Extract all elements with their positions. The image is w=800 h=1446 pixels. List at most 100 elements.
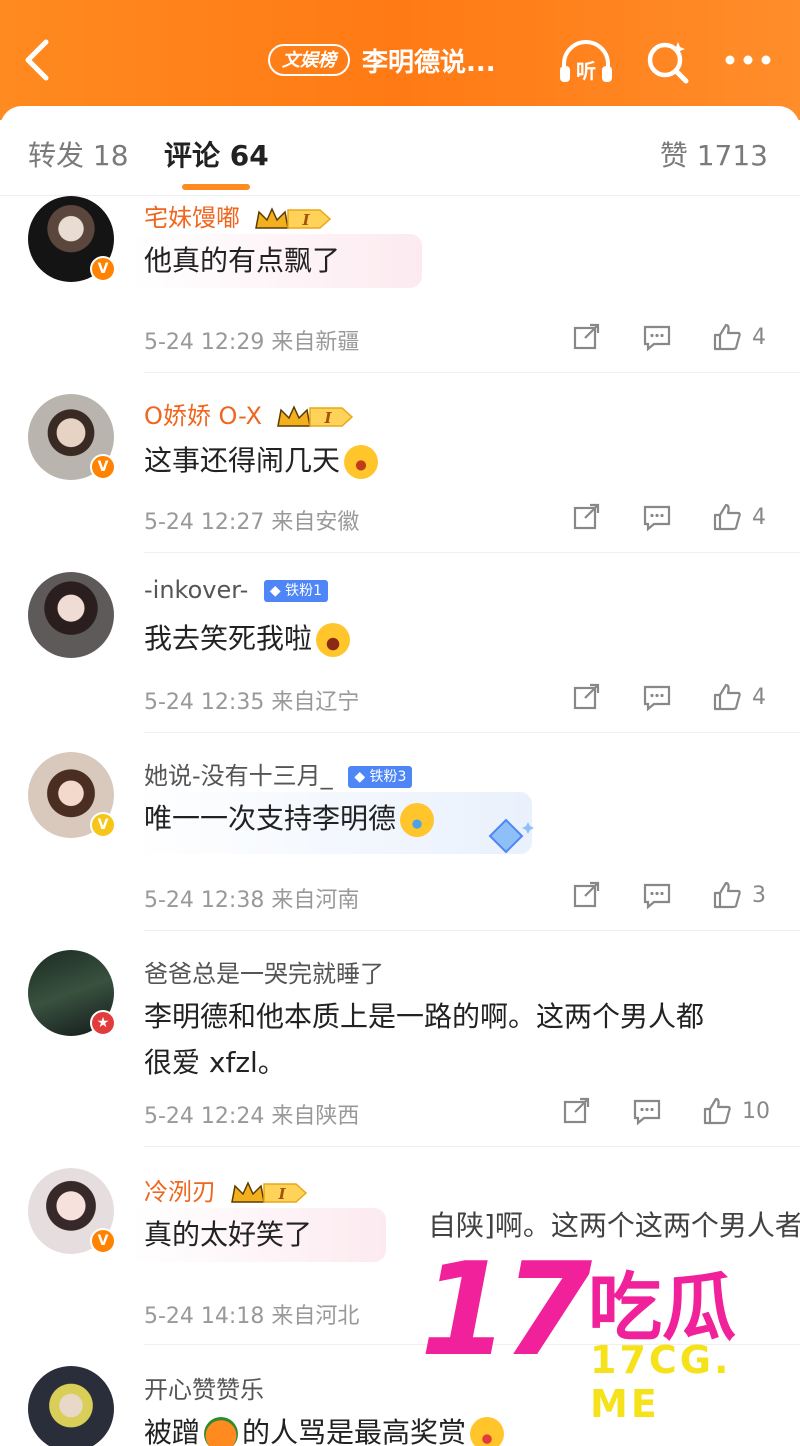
username-text: -inkover- <box>144 576 249 604</box>
comment-time: 5-24 12:38 <box>144 888 265 913</box>
star-badge-icon: ★ <box>90 1010 116 1036</box>
listen-label: 听 <box>576 59 596 83</box>
emoji-kiss-icon <box>470 1417 505 1446</box>
comment-time: 5-24 12:35 <box>144 690 265 715</box>
comment-actions: 4 <box>532 502 770 532</box>
tab-like[interactable]: 赞 1713 <box>660 134 768 174</box>
comment-location: 来自河北 <box>271 1304 360 1329</box>
thumbs-up-icon[interactable] <box>712 880 742 910</box>
username[interactable]: 宅妹馒嘟 I <box>144 198 332 233</box>
comment-actions: 10 <box>522 1096 770 1126</box>
more-button[interactable] <box>722 44 774 76</box>
active-tab-indicator <box>182 184 250 190</box>
search-button[interactable] <box>644 38 692 86</box>
share-icon[interactable] <box>572 502 602 532</box>
verified-badge-icon: V <box>90 454 116 480</box>
comment-location: 来自新疆 <box>271 330 360 355</box>
comment-text-part: 的人骂是最高奖赏 <box>242 1416 467 1446</box>
comment-icon[interactable] <box>632 1096 662 1126</box>
comment-icon[interactable] <box>642 502 672 532</box>
emoji-tongue-icon <box>344 445 379 479</box>
comment-meta: 5-24 12:38 来自河南 <box>144 882 359 914</box>
avatar[interactable] <box>28 1366 114 1446</box>
comment-meta: 5-24 12:29 来自新疆 <box>144 324 359 356</box>
verified-badge-icon: V <box>90 1228 116 1254</box>
emoji-laugh-cry-icon <box>316 623 351 657</box>
comment-text-line: 很爱 xfzl。 <box>144 1046 286 1079</box>
diamond-icon: ◆ <box>354 769 366 785</box>
comment-location: 来自河南 <box>271 888 360 913</box>
orange-fruit-icon <box>204 1417 239 1446</box>
comment-text: 我去笑死我啦 <box>144 616 774 662</box>
username-text: 她说-没有十三月_ <box>144 762 333 790</box>
comment-text-line: 李明德和他本质上是一路的啊。这两个男人都 <box>144 1000 705 1033</box>
more-dots-icon <box>725 55 771 65</box>
search-icon <box>647 42 689 84</box>
like-count: 3 <box>752 882 766 908</box>
rank-badge[interactable]: 文娱榜 <box>268 44 350 76</box>
tab-repost[interactable]: 转发 18 <box>28 134 129 174</box>
comment-item: -inkover- ◆ 铁粉1 我去笑死我啦 5-24 12:35 来自辽宁 4 <box>0 552 800 733</box>
share-icon[interactable] <box>562 1096 592 1126</box>
comment-item: V 宅妹馒嘟 I 他真的有点飘了 5-24 12:29 来自新疆 4 <box>0 196 800 374</box>
avatar[interactable] <box>28 572 114 658</box>
comment-meta: 5-24 14:18 来自河北 <box>144 1298 359 1330</box>
page-title: 李明德说... <box>362 47 496 78</box>
comment-location: 来自安徽 <box>271 510 360 535</box>
username[interactable]: -inkover- ◆ 铁粉1 <box>144 576 329 604</box>
comment-text: 李明德和他本质上是一路的啊。这两个男人都 很爱 xfzl。 <box>144 994 774 1086</box>
like-count: 4 <box>752 504 766 530</box>
vip-crown-badge-icon: I <box>254 206 332 232</box>
watermark-number: 17 <box>420 1236 592 1385</box>
thumbs-up-icon[interactable] <box>702 1096 732 1126</box>
like-count: 4 <box>752 684 766 710</box>
fan-badge-label: 铁粉3 <box>369 769 407 785</box>
like-count: 10 <box>742 1098 770 1124</box>
comment-text-part: 被蹭 <box>144 1416 201 1446</box>
comment-actions: 4 <box>532 322 770 352</box>
thumbs-up-icon[interactable] <box>712 502 742 532</box>
vip-crown-badge-icon: I <box>230 1180 308 1206</box>
emoji-crying-icon <box>400 803 435 837</box>
svg-text:I: I <box>301 211 310 229</box>
watermark-url: 17CG. ME <box>590 1338 732 1426</box>
comment-time: 5-24 12:24 <box>144 1104 265 1129</box>
username[interactable]: 她说-没有十三月_ ◆ 铁粉3 <box>144 756 413 791</box>
username-text: 宅妹馒嘟 <box>144 204 240 232</box>
verified-badge-icon: V <box>90 812 116 838</box>
username[interactable]: 冷洌刃 I <box>144 1172 308 1207</box>
comment-icon[interactable] <box>642 880 672 910</box>
username[interactable]: 开心赞赞乐 <box>144 1370 264 1405</box>
tab-bar: 转发 18 评论 64 赞 1713 <box>0 106 800 196</box>
comment-item: V O娇娇 O-X I 这事还得闹几天 5-24 12:27 来自安徽 4 <box>0 374 800 553</box>
comment-location: 来自辽宁 <box>271 690 360 715</box>
username[interactable]: 爸爸总是一哭完就睡了 <box>144 954 384 989</box>
comment-time: 5-24 14:18 <box>144 1304 265 1329</box>
comment-text-body: 我去笑死我啦 <box>144 622 313 655</box>
fan-badge: ◆ 铁粉3 <box>348 766 413 788</box>
listen-button[interactable]: 听 <box>556 36 616 86</box>
share-icon[interactable] <box>572 322 602 352</box>
tab-comment[interactable]: 评论 64 <box>164 134 269 174</box>
header-center: 文娱榜 李明德说... <box>268 42 496 78</box>
comment-text-body: 唯一一次支持李明德 <box>144 802 397 835</box>
comment-text: 他真的有点飘了 <box>144 244 341 277</box>
fan-badge: ◆ 铁粉1 <box>263 580 329 602</box>
comment-text: 这事还得闹几天 <box>144 438 774 484</box>
share-icon[interactable] <box>572 682 602 712</box>
username[interactable]: O娇娇 O-X I <box>144 396 354 431</box>
headphones-icon: 听 <box>560 40 612 83</box>
comment-icon[interactable] <box>642 322 672 352</box>
thumbs-up-icon[interactable] <box>712 322 742 352</box>
comment-item: V 她说-没有十三月_ ◆ 铁粉3 唯一一次支持李明德 5-24 12:38 来… <box>0 732 800 931</box>
svg-text:I: I <box>277 1185 286 1203</box>
username-text: O娇娇 O-X <box>144 402 262 430</box>
top-bar: 文娱榜 李明德说... 听 <box>0 0 800 120</box>
fan-badge-label: 铁粉1 <box>285 583 323 599</box>
share-icon[interactable] <box>572 880 602 910</box>
back-button[interactable] <box>18 36 58 84</box>
verified-badge-icon: V <box>90 256 116 282</box>
thumbs-up-icon[interactable] <box>712 682 742 712</box>
diamond-icon: ◆ <box>269 583 281 599</box>
comment-icon[interactable] <box>642 682 672 712</box>
